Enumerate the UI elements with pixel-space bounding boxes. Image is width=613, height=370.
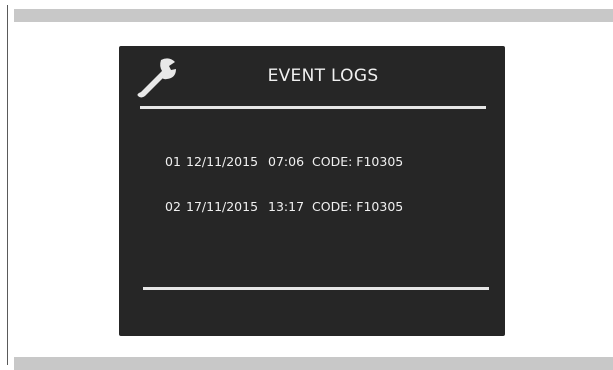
- log-code: CODE: F10305: [312, 154, 404, 169]
- log-code: CODE: F10305: [312, 199, 404, 214]
- log-number: 02: [165, 199, 181, 214]
- log-date: 12/11/2015: [186, 154, 259, 169]
- footer-divider: [143, 287, 489, 290]
- event-log-list: 01 12/11/2015 07:06 CODE: F10305 02 17/11/20…: [165, 124, 403, 244]
- log-entry[interactable]: 02 17/11/2015 13:17 CODE: F10305: [165, 199, 403, 214]
- log-entry[interactable]: 01 12/11/2015 07:06 CODE: F10305: [165, 154, 403, 169]
- log-date: 17/11/2015: [186, 199, 259, 214]
- device-display: EVENT LOGS 01 12/11/2015 07:06 CODE: F10305…: [119, 46, 505, 336]
- bottom-frame-bar: [14, 357, 613, 370]
- screen-title: EVENT LOGS: [267, 66, 379, 86]
- log-time: 13:17: [268, 199, 305, 214]
- top-frame-bar: [14, 9, 613, 22]
- log-time: 07:06: [268, 154, 305, 169]
- left-margin-rule: [7, 5, 8, 365]
- log-number: 01: [165, 154, 181, 169]
- title-divider: [140, 106, 486, 109]
